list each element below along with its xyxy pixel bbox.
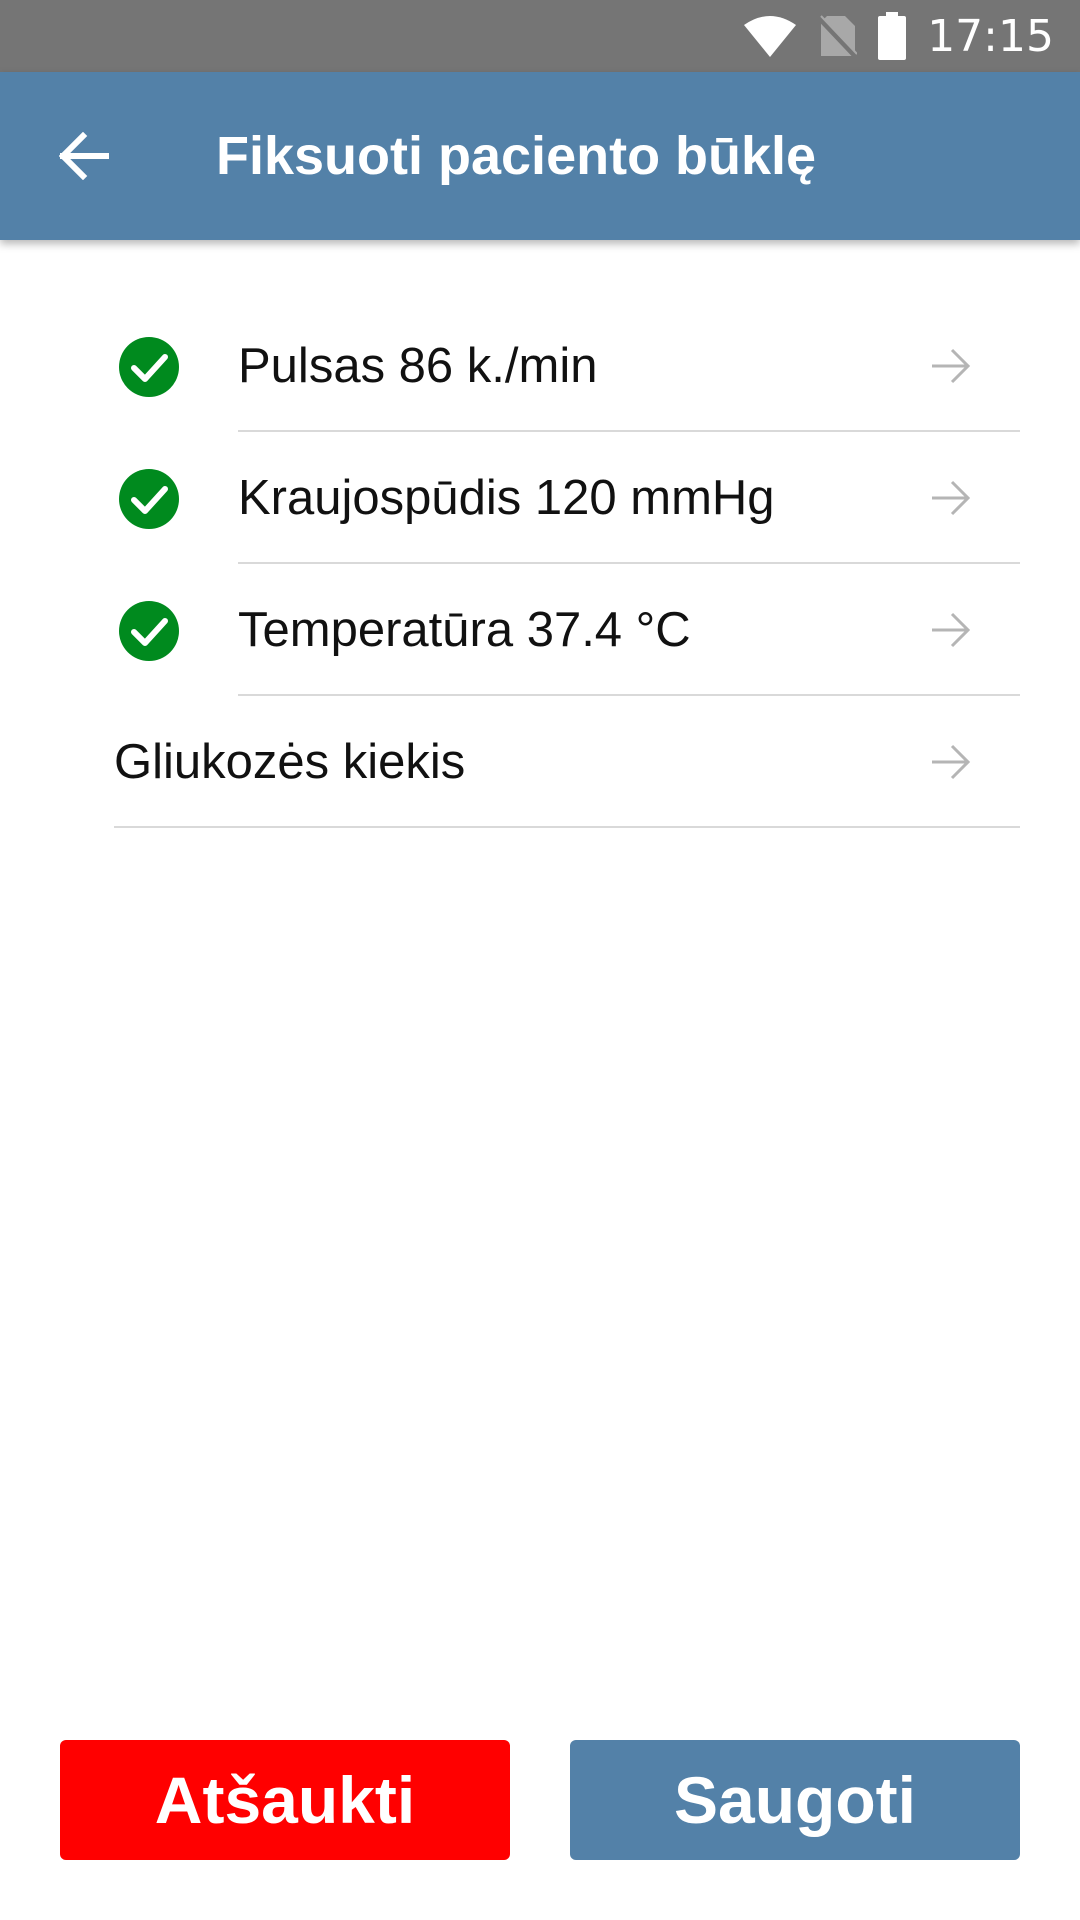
arrow-right-icon	[932, 744, 971, 780]
check-circle-icon	[119, 337, 179, 397]
cancel-button[interactable]: Atšaukti	[60, 1740, 510, 1860]
list-item-blood-pressure[interactable]: Kraujospūdis 120 mmHg	[0, 432, 1080, 564]
status-bar: 17:15	[0, 0, 1080, 72]
app-bar: Fiksuoti paciento būklę	[0, 72, 1080, 240]
status-icons: 17:15	[743, 0, 1080, 72]
arrow-left-icon	[59, 132, 109, 180]
no-sim-icon	[817, 14, 858, 58]
save-button[interactable]: Saugoti	[570, 1740, 1020, 1860]
list-item-label: Pulsas 86 k./min	[238, 339, 598, 393]
battery-icon	[877, 12, 907, 60]
check-circle-icon	[119, 601, 179, 661]
screen: 17:15 Fiksuoti paciento būklę Pulsas 86 …	[0, 0, 1080, 1920]
list-item-pulse[interactable]: Pulsas 86 k./min	[0, 300, 1080, 432]
list-item-label: Temperatūra 37.4 °C	[238, 603, 691, 657]
check-circle-icon	[119, 469, 179, 529]
wifi-icon	[743, 15, 797, 57]
arrow-right-icon	[932, 348, 971, 384]
back-button[interactable]	[44, 116, 124, 196]
status-time: 17:15	[927, 10, 1054, 62]
list-item-temperature[interactable]: Temperatūra 37.4 °C	[0, 564, 1080, 696]
arrow-right-icon	[932, 612, 971, 648]
list-item-label: Gliukozės kiekis	[114, 735, 466, 789]
vitals-list: Pulsas 86 k./min Kraujospūdis 120 mmHg T…	[0, 300, 1080, 828]
list-item-label: Kraujospūdis 120 mmHg	[238, 471, 775, 525]
page-title: Fiksuoti paciento būklę	[216, 126, 817, 186]
arrow-right-icon	[932, 480, 971, 516]
divider	[114, 826, 1020, 828]
list-item-glucose[interactable]: Gliukozės kiekis	[0, 696, 1080, 828]
